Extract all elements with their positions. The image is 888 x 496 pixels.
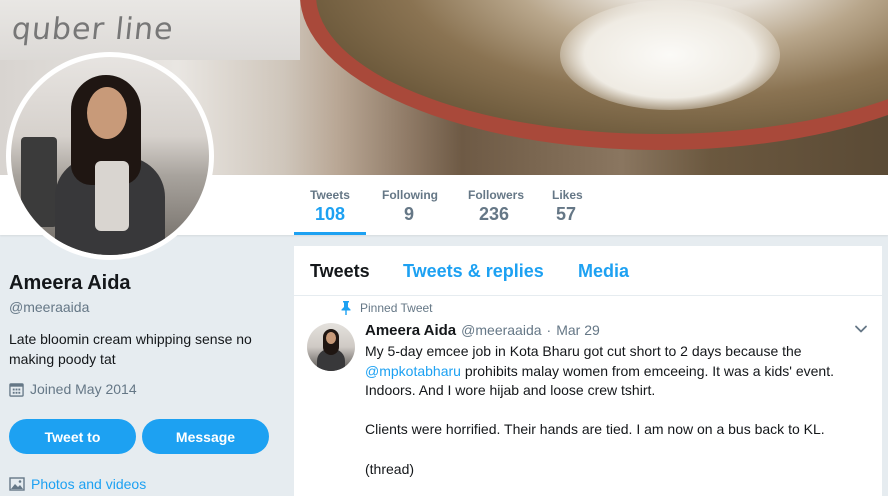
tweet-mention-link[interactable]: @mpkotabharu (365, 363, 461, 379)
avatar-bg-object (21, 137, 57, 227)
tweet-date[interactable]: Mar 29 (556, 322, 600, 338)
stat-value: 108 (314, 204, 346, 224)
tweet-header: Ameera Aida @meeraaida · Mar 29 (365, 322, 600, 339)
profile-name[interactable]: Ameera Aida (9, 272, 279, 295)
tweet-avatar-face (326, 332, 336, 344)
profile-avatar[interactable] (6, 52, 214, 260)
stat-tweets[interactable]: Tweets 108 (294, 175, 366, 235)
calendar-icon (9, 382, 24, 397)
stat-value: 57 (555, 204, 577, 224)
tweet-line: (thread) (365, 460, 415, 477)
tweet-paragraph-gap (365, 440, 845, 460)
joined-label: Joined May 2014 (30, 381, 137, 397)
tweet-author-avatar[interactable] (307, 323, 355, 371)
banner-coffee-foam (560, 0, 780, 110)
image-icon (9, 477, 25, 491)
tab-tweets-and-replies[interactable]: Tweets & replies (403, 261, 544, 282)
tweet-author-handle[interactable]: @meeraaida (461, 322, 541, 338)
tab-media[interactable]: Media (578, 261, 629, 282)
pinned-tweet-context: Pinned Tweet (340, 301, 433, 315)
pinned-label: Pinned Tweet (360, 301, 433, 315)
tweet-paragraph-gap (365, 401, 845, 421)
profile-bio: Late bloomin cream whipping sense no mak… (9, 331, 252, 367)
profile-handle[interactable]: @meeraaida (9, 299, 279, 315)
chevron-down-icon[interactable] (854, 322, 868, 336)
banner-brand-text: quber line (10, 12, 176, 47)
joined-date: Joined May 2014 (9, 381, 279, 397)
avatar-photo (11, 57, 209, 255)
stat-value: 236 (478, 204, 510, 224)
pin-icon (341, 301, 351, 315)
tweet-line-rest: prohibits malay women from emceeing. It … (460, 362, 834, 379)
stat-label: Likes (552, 188, 583, 202)
avatar-shirt (95, 161, 129, 231)
timeline-tabs: Tweets Tweets & replies Media (294, 246, 882, 296)
tweet-line: Indoors. And I wore hijab and loose crew… (365, 382, 656, 399)
tweet-separator: · (546, 322, 552, 338)
profile-sidebar: Ameera Aida @meeraaida Late bloomin crea… (9, 272, 279, 492)
tweet-author-name[interactable]: Ameera Aida (365, 322, 456, 339)
avatar-face (87, 87, 127, 139)
tweet-text: My 5-day emcee job in Kota Bharu got cut… (365, 342, 845, 479)
tweet-to-button[interactable]: Tweet to (9, 419, 136, 454)
stat-likes[interactable]: Likes 57 (536, 175, 596, 235)
stat-label: Followers (468, 188, 525, 202)
stat-following[interactable]: Following 9 (366, 175, 452, 235)
tweet-line: Clients were horrified. Their hands are … (365, 421, 825, 438)
photos-and-videos-link[interactable]: Photos and videos (9, 476, 146, 492)
stat-value: 9 (403, 204, 414, 224)
tweet-line: My 5-day emcee job in Kota Bharu got cut… (365, 343, 802, 359)
tweet-line: @mpkotabharu prohibits malay women from … (365, 362, 845, 382)
stat-label: Following (382, 188, 438, 202)
tab-tweets[interactable]: Tweets (310, 261, 370, 282)
stat-followers[interactable]: Followers 236 (452, 175, 536, 235)
profile-actions: Tweet to Message (9, 419, 269, 454)
photos-label[interactable]: Photos and videos (31, 476, 146, 492)
message-button[interactable]: Message (142, 419, 269, 454)
stat-label: Tweets (310, 188, 350, 202)
timeline: Tweets Tweets & replies Media Pinned Twe… (294, 246, 882, 496)
